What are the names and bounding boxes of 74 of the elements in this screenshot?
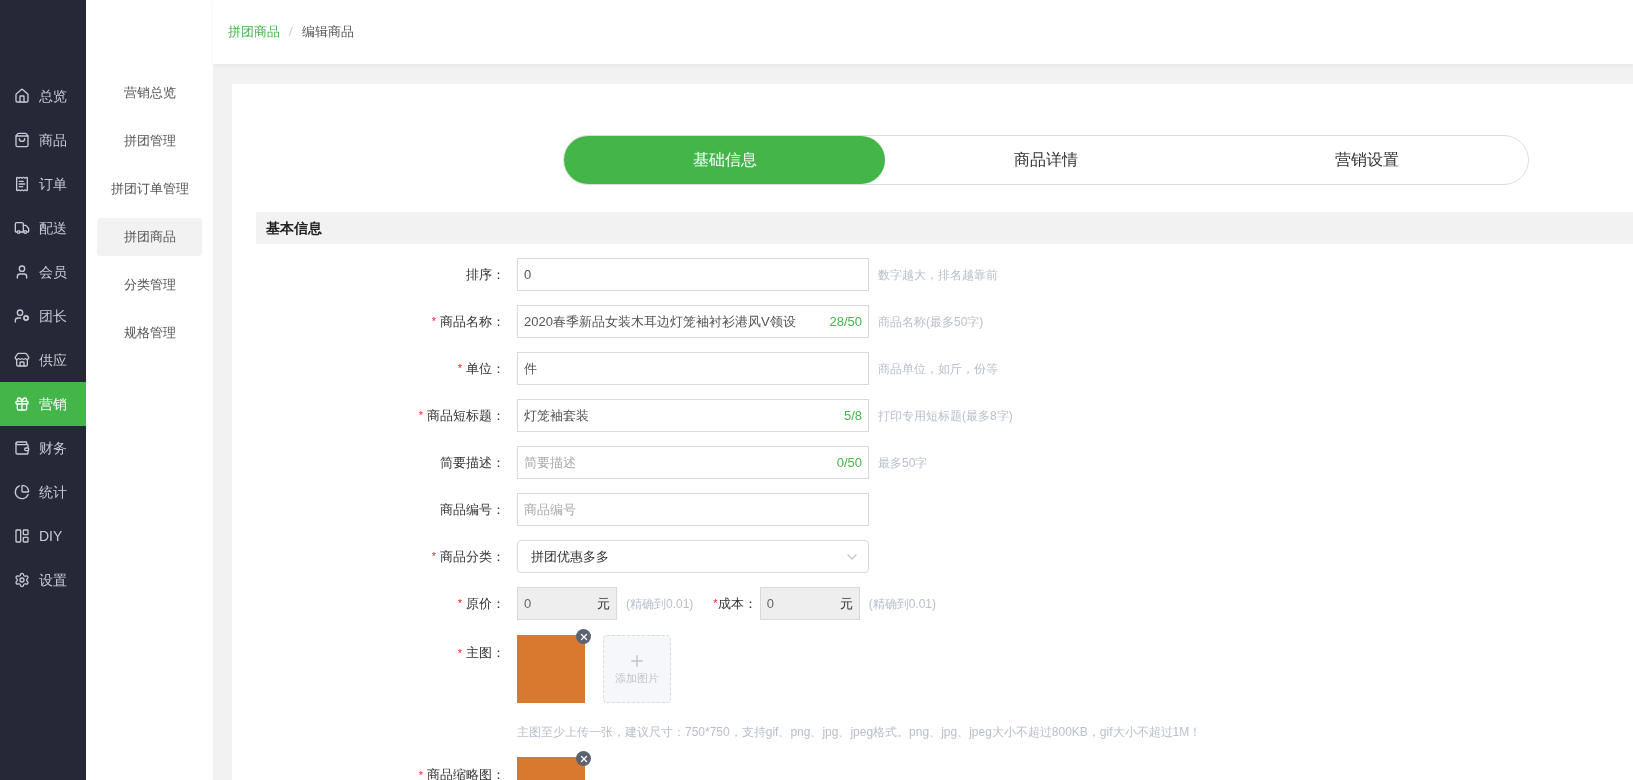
char-counter: 5/8 [843, 406, 862, 425]
field-label: 主图： [466, 644, 505, 662]
close-icon[interactable] [576, 751, 591, 766]
submenu-item[interactable]: 营销总览 [97, 74, 202, 112]
nav-item[interactable]: DIY [0, 514, 86, 558]
wallet-icon [14, 440, 30, 456]
char-counter: 28/50 [829, 312, 862, 331]
hint-text: 商品单位，如斤，份等 [878, 360, 998, 378]
layout-icon [14, 528, 30, 544]
field-label: 原价： [466, 594, 505, 613]
breadcrumb-separator: / [289, 23, 293, 42]
hint-text: 打印专用短标题(最多8字) [878, 407, 1013, 425]
step-tab[interactable]: 商品详情 [885, 136, 1207, 184]
field-label: 商品编号： [440, 500, 505, 519]
text-input[interactable]: 灯笼袖套装 5/8 [517, 399, 869, 432]
required-mark: * [713, 596, 718, 612]
nav-item[interactable]: 商品 [0, 118, 86, 162]
unit-text: 元 [839, 594, 853, 613]
bag-icon [14, 132, 30, 148]
submenu-item[interactable]: 规格管理 [97, 314, 202, 352]
nav-item[interactable]: 会员 [0, 250, 86, 294]
receipt-icon [14, 176, 30, 192]
user-icon [14, 264, 30, 280]
unit-text: 元 [597, 594, 610, 613]
text-input[interactable]: 2020春季新品女装木耳边灯笼袖衬衫港风V领设 28/50 [517, 305, 869, 338]
submenu-item[interactable]: 拼团订单管理 [97, 170, 202, 208]
required-mark: * [457, 645, 462, 661]
required-mark: * [418, 767, 423, 780]
nav-item[interactable]: 统计 [0, 470, 86, 514]
submenu-item[interactable]: 拼团商品 [97, 218, 202, 256]
price-input[interactable]: 0 元 [517, 587, 617, 620]
step-tab[interactable]: 营销设置 [1206, 136, 1528, 184]
gift-icon [14, 396, 30, 412]
store-icon [14, 352, 30, 368]
home-icon [14, 88, 30, 104]
field-label: 排序： [466, 265, 505, 284]
pie-chart-icon [14, 484, 30, 500]
field-label: 成本： [717, 594, 757, 613]
category-select[interactable]: 拼团优惠多多 [517, 540, 869, 573]
nav-item[interactable]: 订单 [0, 162, 86, 206]
submenu-item[interactable]: 分类管理 [97, 266, 202, 304]
section-header: 基本信息 [256, 212, 1633, 244]
text-input[interactable]: 0 [517, 258, 869, 291]
required-mark: * [457, 361, 462, 377]
field-label: 商品名称： [440, 312, 505, 331]
photo-placeholder [517, 635, 585, 703]
required-mark: * [431, 549, 436, 565]
required-mark: * [431, 314, 436, 330]
required-mark: * [457, 596, 462, 612]
nav-item[interactable]: 设置 [0, 558, 86, 602]
nav-item[interactable]: 财务 [0, 426, 86, 470]
hint-text: (精确到0.01) [868, 595, 936, 613]
nav-item[interactable]: 供应 [0, 338, 86, 382]
breadcrumb-current: 编辑商品 [301, 23, 354, 42]
price-input[interactable]: 0 元 [759, 587, 860, 620]
hint-text: 最多50字 [878, 454, 928, 472]
field-label: 商品缩略图： [427, 766, 505, 780]
field-label: 商品分类： [440, 547, 505, 566]
submenu-item[interactable]: 拼团管理 [97, 122, 202, 160]
hint-text: (精确到0.01) [626, 595, 694, 613]
field-label: 商品短标题： [427, 406, 505, 425]
field-label: 简要描述： [440, 453, 505, 472]
nav-item[interactable]: 团长 [0, 294, 86, 338]
truck-icon [14, 220, 30, 236]
nav-item[interactable]: 配送 [0, 206, 86, 250]
settings-icon [14, 572, 30, 588]
hint-text: 商品名称(最多50字) [878, 313, 984, 331]
hint-text: 数字越大，排名越靠前 [878, 266, 998, 284]
close-icon[interactable] [576, 629, 591, 644]
field-label: 单位： [466, 359, 505, 378]
char-counter: 0/50 [836, 453, 862, 472]
text-input[interactable]: 件 [517, 352, 869, 385]
nav-item[interactable]: 总览 [0, 74, 86, 118]
required-mark: * [418, 408, 423, 424]
